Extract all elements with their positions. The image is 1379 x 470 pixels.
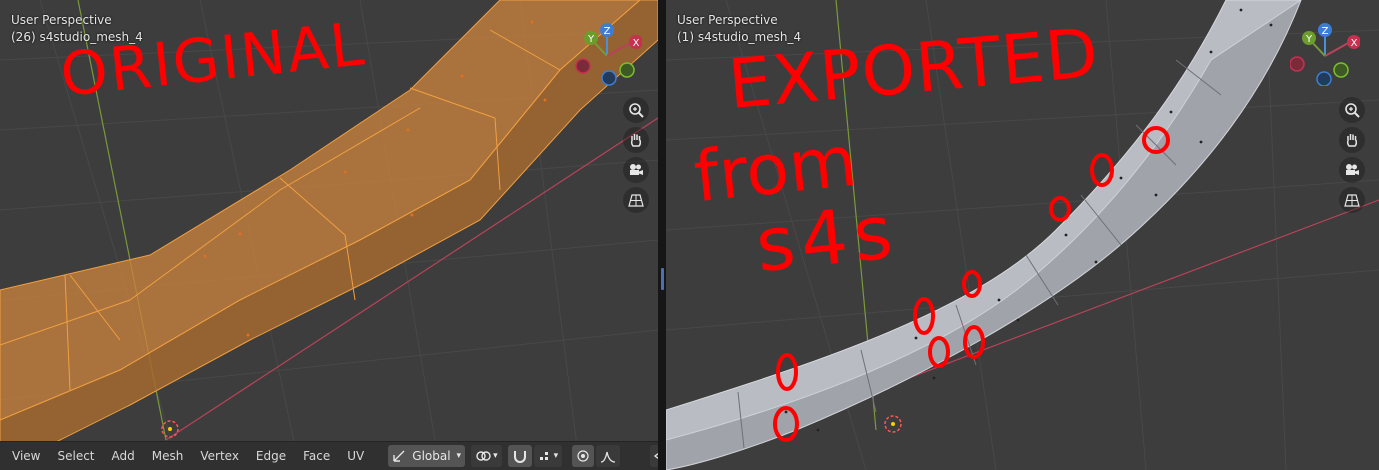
proportional-edit-icon [577, 450, 589, 462]
menu-edge[interactable]: Edge [256, 449, 286, 463]
transform-orientation-icon [393, 450, 405, 462]
viewport-mode-label: User Perspective [11, 13, 112, 27]
viewport-header: View Select Add Mesh Vertex Edge Face UV… [0, 441, 658, 470]
svg-text:Y: Y [587, 34, 595, 45]
snap-toggle[interactable] [507, 445, 532, 467]
chevron-down-icon: ▾ [456, 451, 462, 461]
menu-uv[interactable]: UV [347, 449, 364, 463]
viewport-mode-label: User Perspective [677, 13, 778, 27]
menu-face[interactable]: Face [303, 449, 330, 463]
pivot-point-dropdown[interactable]: ▾ [471, 445, 502, 467]
neg-z-axis-icon[interactable] [601, 70, 617, 86]
neg-x-axis-icon[interactable] [1290, 56, 1305, 72]
snap-increment-icon [539, 452, 548, 460]
zoom-icon[interactable] [1339, 97, 1365, 123]
link-icon [476, 451, 491, 461]
svg-text:X: X [633, 38, 640, 49]
grid-icon[interactable] [1339, 187, 1365, 213]
grid-icon[interactable] [623, 187, 649, 213]
hand-pan-icon[interactable] [1339, 127, 1365, 153]
zoom-icon[interactable] [623, 97, 649, 123]
neg-y-axis-icon[interactable] [619, 62, 635, 78]
falloff-dropdown[interactable] [596, 445, 621, 467]
svg-text:Z: Z [1322, 26, 1329, 37]
navigation-gizmo[interactable]: Z Y X [1290, 20, 1360, 86]
camera-icon[interactable] [623, 157, 649, 183]
svg-text:Z: Z [604, 26, 611, 37]
area-split-handle[interactable] [661, 268, 664, 290]
neg-y-axis-icon[interactable] [1333, 62, 1349, 78]
snap-target-dropdown[interactable]: ▾ [533, 445, 563, 467]
left-viewport[interactable]: User Perspective (26) s4studio_mesh_4 OR… [0, 0, 658, 470]
chevron-down-icon: ▾ [553, 451, 559, 461]
falloff-curve-icon [601, 451, 616, 463]
svg-text:X: X [1351, 38, 1358, 49]
menu-view[interactable]: View [12, 449, 40, 463]
area-divider[interactable] [658, 0, 666, 470]
hand-pan-icon[interactable] [623, 127, 649, 153]
right-viewport[interactable]: User Perspective (1) s4studio_mesh_4 EXP… [666, 0, 1379, 470]
menu-select[interactable]: Select [57, 449, 94, 463]
navigation-tools [1339, 97, 1365, 217]
visibility-dropdown[interactable]: ▾ [650, 445, 658, 467]
navigation-tools [623, 97, 649, 217]
neg-z-axis-icon[interactable] [1316, 71, 1332, 86]
annotation-s4s: s4s [751, 188, 903, 290]
magnet-icon [513, 451, 526, 463]
menu-vertex[interactable]: Vertex [200, 449, 239, 463]
proportional-edit-toggle[interactable] [572, 445, 595, 467]
navigation-gizmo[interactable]: Z Y X [572, 20, 642, 86]
neg-x-axis-icon[interactable] [575, 58, 591, 74]
chevron-down-icon: ▾ [493, 451, 498, 461]
camera-icon[interactable] [1339, 157, 1365, 183]
menu-mesh[interactable]: Mesh [152, 449, 184, 463]
orientation-value: Global [412, 449, 451, 463]
orientation-dropdown[interactable]: Global ▾ [388, 445, 466, 467]
menu-add[interactable]: Add [112, 449, 135, 463]
svg-text:Y: Y [1305, 34, 1313, 45]
